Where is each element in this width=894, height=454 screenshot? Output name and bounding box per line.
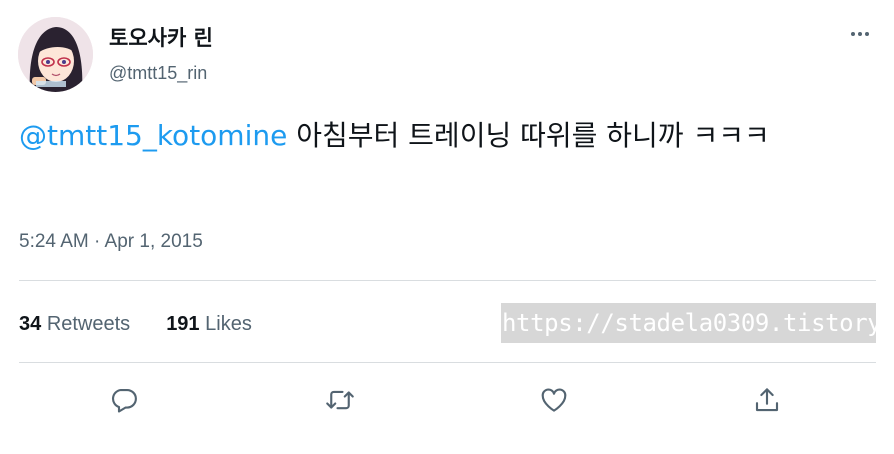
- avatar-image: [18, 17, 93, 92]
- more-icon[interactable]: [842, 20, 878, 48]
- tweet-body: 아침부터 트레이닝 따위를 하니까 ㅋㅋㅋ: [287, 119, 770, 152]
- likes-stat[interactable]: 191 Likes: [166, 311, 252, 337]
- mention-link[interactable]: @tmtt15_kotomine: [19, 119, 287, 152]
- more-dot: [865, 32, 869, 36]
- likes-label: Likes: [205, 313, 252, 335]
- tweet-timestamp[interactable]: 5:24 AM · Apr 1, 2015: [19, 229, 203, 255]
- divider: [19, 280, 876, 281]
- more-dot: [858, 32, 862, 36]
- author-display-name[interactable]: 토오사카 린: [109, 24, 213, 52]
- likes-count: 191: [166, 313, 200, 335]
- share-icon[interactable]: [749, 382, 785, 418]
- retweets-count: 34: [19, 313, 42, 335]
- more-dot: [851, 32, 855, 36]
- retweet-icon[interactable]: [322, 382, 358, 418]
- divider: [19, 362, 876, 363]
- tweet-text: @tmtt15_kotomine 아침부터 트레이닝 따위를 하니까 ㅋㅋㅋ: [19, 112, 879, 159]
- reply-icon[interactable]: [106, 382, 142, 418]
- like-icon[interactable]: [536, 382, 572, 418]
- avatar[interactable]: [18, 17, 93, 92]
- watermark: https://stadela0309.tistory.com: [501, 303, 876, 343]
- retweets-stat[interactable]: 34 Retweets: [19, 311, 130, 337]
- tweet-stats: 34 Retweets 191 Likes: [19, 311, 288, 337]
- retweets-label: Retweets: [46, 313, 131, 335]
- author-handle[interactable]: @tmtt15_rin: [109, 61, 207, 85]
